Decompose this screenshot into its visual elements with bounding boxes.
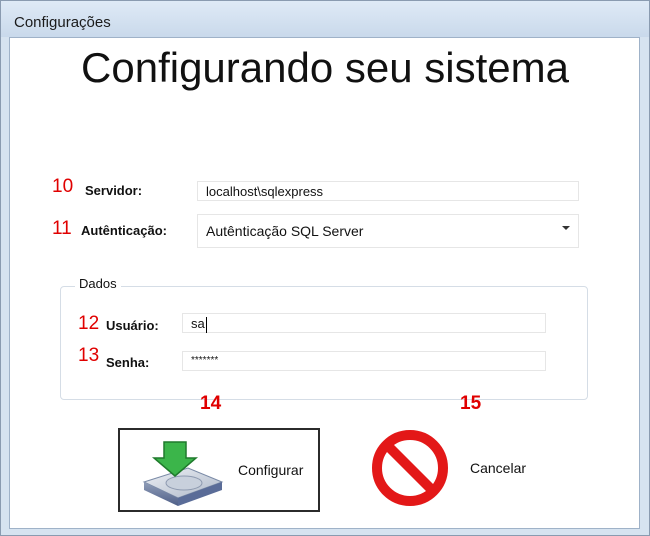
auth-select[interactable]: Autênticação SQL Server	[197, 214, 579, 248]
server-input[interactable]: localhost\sqlexpress	[197, 181, 579, 201]
dados-groupbox	[60, 286, 588, 400]
page-title: Configurando seu sistema	[81, 44, 569, 91]
auth-select-value: Autênticação SQL Server	[206, 223, 364, 239]
title-bar[interactable]: Configurações	[1, 1, 649, 37]
user-label: Usuário:	[106, 318, 159, 333]
auth-number-annotation: 11	[52, 218, 72, 239]
configure-button[interactable]: Configurar	[118, 428, 320, 512]
password-input[interactable]: *******	[182, 351, 546, 371]
configure-number-annotation: 14	[200, 393, 222, 414]
disk-download-icon	[142, 441, 224, 506]
configure-button-label: Configurar	[238, 462, 304, 478]
server-label: Servidor:	[85, 183, 143, 198]
window-title: Configurações	[14, 14, 111, 31]
cancel-button-label: Cancelar	[470, 460, 527, 476]
password-number-annotation: 13	[78, 345, 100, 366]
prohibited-icon	[372, 430, 448, 506]
dados-legend: Dados	[75, 276, 121, 291]
cancel-number-annotation: 15	[460, 393, 482, 414]
server-number-annotation: 10	[52, 176, 74, 197]
password-label: Senha:	[106, 355, 150, 370]
user-number-annotation: 12	[78, 313, 100, 334]
chevron-down-icon[interactable]	[562, 226, 570, 230]
text-cursor	[205, 316, 207, 333]
auth-label: Autênticação:	[81, 223, 167, 238]
user-input[interactable]: sa	[182, 313, 546, 333]
cancel-button[interactable]: Cancelar	[350, 420, 552, 516]
user-input-value: sa	[191, 316, 205, 331]
